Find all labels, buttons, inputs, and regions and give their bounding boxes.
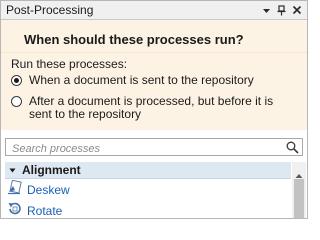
radio-button[interactable] (11, 96, 22, 107)
deskew-icon (7, 179, 22, 200)
schedule-section: When should these processes run? Run the… (1, 20, 307, 130)
collapse-caret-icon[interactable] (9, 161, 16, 179)
post-processing-panel: Post-Processing When should these proces… (0, 0, 308, 219)
radio-label: When a document is sent to the repositor… (29, 73, 254, 87)
run-label: Run these processes: (11, 57, 128, 71)
group-header-alignment[interactable]: Alignment (5, 162, 291, 179)
schedule-heading: When should these processes run? (24, 32, 244, 47)
process-item-label: Deskew (27, 183, 70, 197)
search-box (5, 138, 303, 159)
radio-option-after-processing[interactable]: After a document is processed, but befor… (11, 95, 297, 121)
process-item-label: Rotate (27, 204, 63, 218)
dropdown-icon[interactable] (260, 4, 273, 17)
process-item-deskew[interactable]: Deskew (7, 179, 70, 200)
scrollbar-thumb[interactable] (294, 179, 304, 218)
close-icon[interactable] (290, 4, 303, 17)
group-title: Alignment (22, 163, 81, 177)
search-input[interactable] (6, 141, 282, 157)
panel-titlebar: Post-Processing (1, 1, 307, 20)
process-item-rotate[interactable]: Rotate (7, 201, 63, 218)
divider (1, 52, 307, 53)
radio-label: After a document is processed, but befor… (29, 94, 274, 121)
rotate-icon (7, 201, 22, 218)
radio-button-selected[interactable] (11, 75, 22, 86)
radio-option-on-send[interactable]: When a document is sent to the repositor… (11, 74, 297, 87)
radio-dot (14, 78, 19, 83)
panel-title: Post-Processing (6, 3, 94, 17)
pin-icon[interactable] (275, 4, 288, 17)
search-icon[interactable] (286, 141, 299, 159)
vertical-scrollbar[interactable] (292, 162, 306, 218)
